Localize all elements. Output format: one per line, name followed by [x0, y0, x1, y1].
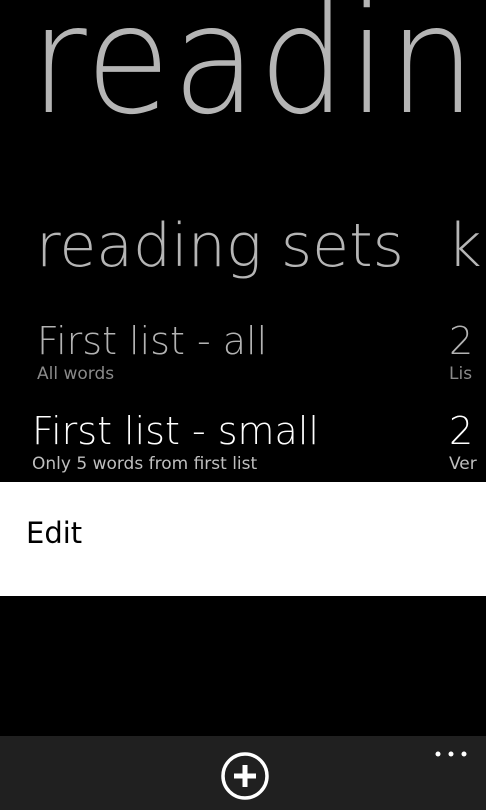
list-item-selected[interactable]: First list - small Only 5 words from fir… — [32, 412, 319, 473]
next-pivot-item[interactable]: 2 Ver — [449, 412, 477, 473]
list-item-subtitle: Only 5 words from first list — [32, 454, 258, 474]
next-pivot-item-subtitle: Ver — [449, 454, 477, 474]
ellipsis-icon — [435, 751, 467, 757]
edit-menu-item[interactable]: Edit — [26, 519, 82, 548]
pivot-header-reading-sets[interactable]: reading sets — [36, 216, 404, 276]
next-pivot-item[interactable]: 2 Lis — [449, 322, 473, 383]
add-button[interactable] — [220, 751, 270, 801]
more-button[interactable] — [431, 742, 471, 766]
list-item[interactable]: First list - all All words — [37, 322, 267, 383]
pivot-header-next[interactable]: k — [447, 216, 482, 276]
add-circle-icon — [221, 752, 269, 800]
next-pivot-item-title: 2 — [449, 319, 474, 363]
next-pivot-item-subtitle: Lis — [449, 364, 473, 384]
list-item-title: First list - all — [37, 319, 268, 363]
next-pivot-item-title: 2 — [449, 409, 474, 453]
context-menu: Edit — [0, 482, 486, 596]
list-item-title: First list - small — [32, 409, 319, 453]
page-title: readin — [30, 0, 478, 148]
app-bar — [0, 736, 486, 810]
list-item-subtitle: All words — [37, 364, 115, 384]
